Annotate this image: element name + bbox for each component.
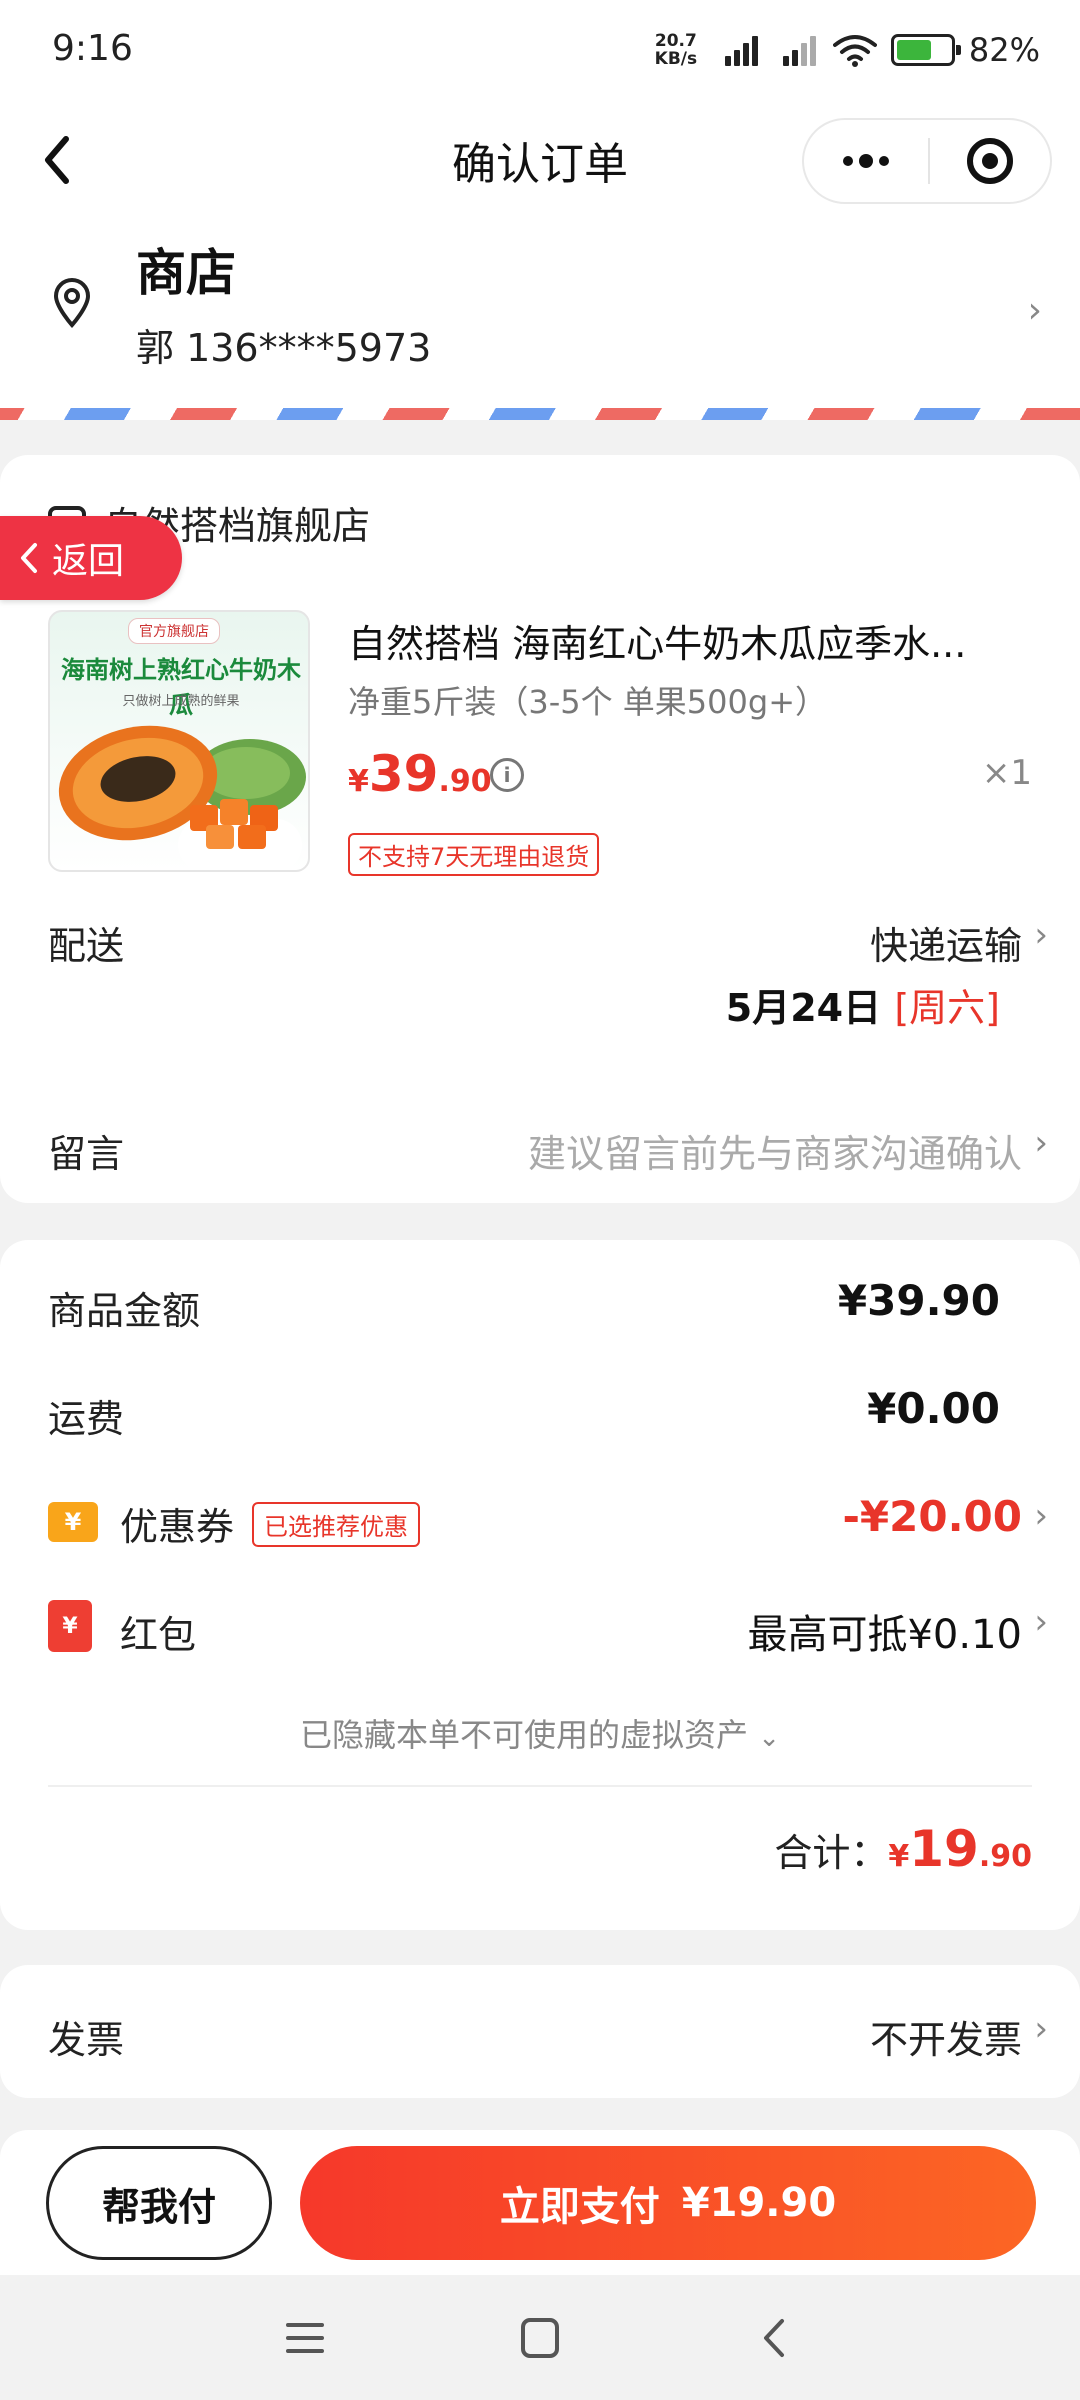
chevron-down-icon: ⌄: [758, 1723, 780, 1753]
price-currency: ¥: [348, 764, 369, 799]
back-nav-icon[interactable]: [750, 2315, 800, 2361]
nav-bar: 确认订单: [0, 100, 1080, 225]
battery-percent: 82%: [968, 31, 1040, 69]
product-title[interactable]: 自然搭档 海南红心牛奶木瓜应季水...: [348, 613, 966, 668]
no-return-badge: 不支持7天无理由退货: [348, 833, 600, 876]
status-time: 9:16: [52, 28, 133, 69]
invoice-row[interactable]: 发票 不开发票 ›: [0, 1965, 1080, 2098]
invoice-value: 不开发票: [869, 2018, 1022, 2062]
chevron-right-icon: ›: [1027, 290, 1042, 331]
wifi-icon: [832, 35, 877, 67]
order-total: 合计： ¥ 19 .90: [774, 1820, 1032, 1878]
signal-icon: [717, 34, 761, 66]
location-pin-icon: [53, 278, 91, 329]
address-section[interactable]: 商店 郭 136****5973 ›: [0, 225, 1080, 410]
pay-now-label: 立即支付: [499, 2184, 660, 2230]
return-label: 返回: [52, 541, 125, 582]
network-speed: 20.7 KB/s: [649, 32, 703, 68]
chevron-right-icon: ›: [1034, 2009, 1048, 2049]
delivery-weekday: [周六]: [894, 986, 1000, 1030]
miniapp-capsule: [802, 118, 1052, 204]
red-packet-value[interactable]: 最高可抵¥0.10: [747, 1602, 1022, 1660]
message-label: 留言: [48, 1132, 125, 1176]
battery-icon: [890, 34, 961, 66]
system-nav-bar: [0, 2275, 1080, 2400]
product-image-badge: 官方旗舰店: [128, 618, 220, 644]
delivery-method[interactable]: 快递运输: [870, 915, 1022, 970]
total-currency: ¥: [888, 1839, 910, 1874]
delivery-label: 配送: [48, 924, 125, 968]
status-bar: 9:16 20.7 KB/s 82%: [0, 0, 1080, 100]
return-button[interactable]: 返回: [0, 516, 182, 600]
chevron-right-icon: ›: [1034, 1496, 1048, 1536]
coupon-value[interactable]: -¥20.00: [842, 1492, 1022, 1541]
home-icon[interactable]: [515, 2315, 565, 2361]
airmail-border: [0, 408, 1080, 420]
total-integer: 19: [909, 1820, 979, 1878]
coupon-badge: 已选推荐优惠: [252, 1502, 420, 1547]
chevron-right-icon: ›: [1034, 915, 1048, 955]
coupon-icon: ¥: [48, 1502, 98, 1542]
hidden-assets-toggle[interactable]: 已隐藏本单不可使用的虚拟资产 ⌄: [0, 1710, 1080, 1756]
goods-amount-label: 商品金额: [48, 1289, 201, 1333]
red-packet-label: 红包: [120, 1613, 197, 1657]
chevron-right-icon: ›: [1034, 1123, 1048, 1163]
delivery-date: 5月24日 [周六]: [726, 977, 1000, 1032]
product-spec: 净重5斤装（3-5个 单果500g+）: [348, 683, 828, 721]
menu-icon[interactable]: [280, 2315, 330, 2361]
coupon-label: 优惠券: [120, 1505, 235, 1549]
shipping-label: 运费: [48, 1397, 125, 1441]
total-decimal: .90: [978, 1839, 1032, 1874]
goods-amount-value: ¥39.90: [837, 1276, 1000, 1325]
more-icon[interactable]: [804, 120, 928, 202]
price-summary-card: 商品金额 ¥39.90 运费 ¥0.00 ¥ 优惠券 已选推荐优惠 -¥20.0…: [0, 1240, 1080, 1930]
chevron-left-icon: [21, 543, 37, 573]
close-miniapp-icon[interactable]: [930, 120, 1050, 202]
help-pay-button[interactable]: 帮我付: [46, 2146, 272, 2260]
papaya-illustration: [58, 725, 306, 870]
network-speed-unit: KB/s: [654, 49, 698, 69]
total-price: ¥ 19 .90: [888, 1820, 1032, 1878]
product-quantity: ×1: [981, 753, 1032, 793]
message-input[interactable]: 建议留言前先与商家沟通确认: [528, 1123, 1022, 1178]
invoice-label: 发票: [48, 2018, 125, 2062]
product-image[interactable]: 官方旗舰店 海南树上熟红心牛奶木瓜 只做树上成熟的鲜果: [48, 610, 310, 872]
product-price: ¥ 39 .90: [348, 745, 492, 803]
action-bar: 帮我付 立即支付 ¥19.90: [0, 2130, 1080, 2275]
price-decimal: .90: [438, 764, 492, 799]
signal-icon-2: [775, 34, 819, 66]
pay-now-amount: ¥19.90: [681, 2180, 837, 2226]
address-contact: 郭 136****5973: [136, 326, 432, 370]
chevron-right-icon: ›: [1034, 1602, 1048, 1642]
delivery-date-value: 5月24日: [725, 986, 882, 1030]
divider: [48, 1785, 1032, 1787]
hidden-assets-text: 已隐藏本单不可使用的虚拟资产: [300, 1716, 749, 1754]
pay-now-button[interactable]: 立即支付 ¥19.90: [300, 2146, 1036, 2260]
red-packet-icon: ¥: [48, 1600, 92, 1652]
shipping-value: ¥0.00: [867, 1384, 1000, 1433]
price-integer: 39: [368, 745, 439, 803]
total-label: 合计：: [774, 1831, 889, 1875]
network-speed-value: 20.7: [654, 31, 697, 51]
address-name: 商店: [136, 244, 236, 302]
status-icons: 20.7 KB/s 82%: [649, 24, 1040, 76]
info-icon[interactable]: i: [490, 758, 524, 792]
